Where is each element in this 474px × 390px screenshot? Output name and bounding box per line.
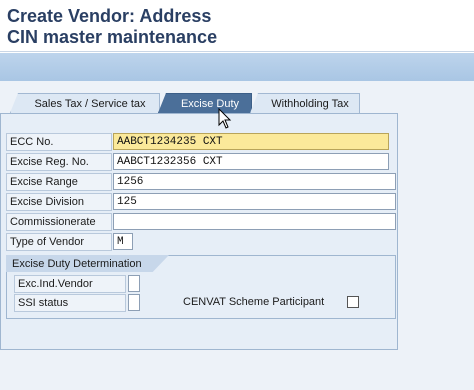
mouse-pointer-icon: [218, 108, 232, 129]
group-title: Excise Duty Determination: [6, 255, 169, 272]
title-bar: Create Vendor: Address CIN master mainte…: [0, 0, 474, 52]
cenvat-checkbox[interactable]: [347, 296, 359, 308]
application-toolbar: [0, 53, 474, 81]
commissionerate-field[interactable]: [113, 213, 396, 230]
type-of-vendor-field[interactable]: M: [113, 233, 133, 250]
commissionerate-label: Commissionerate: [6, 213, 112, 231]
ecc-no-label: ECC No.: [6, 133, 112, 151]
window-title: Create Vendor: Address: [7, 6, 212, 26]
exc-ind-vendor-field[interactable]: [128, 275, 140, 292]
excise-division-field[interactable]: 125: [113, 193, 396, 210]
excise-reg-no-label: Excise Reg. No.: [6, 153, 112, 171]
excise-reg-no-field[interactable]: AABCT1232356 CXT: [113, 153, 389, 170]
cenvat-label: CENVAT Scheme Participant: [183, 296, 325, 308]
window-subtitle: CIN master maintenance: [7, 27, 218, 47]
exc-ind-vendor-label: Exc.Ind.Vendor: [14, 275, 126, 293]
ssi-status-label: SSI status: [14, 294, 126, 312]
type-of-vendor-label: Type of Vendor: [6, 233, 112, 251]
tab-excise-duty[interactable]: Excise Duty: [158, 93, 252, 113]
excise-range-label: Excise Range: [6, 173, 112, 191]
excise-division-label: Excise Division: [6, 193, 112, 211]
ssi-status-field[interactable]: [128, 294, 140, 311]
tab-sales-tax[interactable]: Sales Tax / Service tax: [10, 93, 160, 113]
title-divider: [0, 51, 474, 52]
ecc-no-field[interactable]: AABCT1234235 CXT: [113, 133, 389, 150]
tab-withholding-tax[interactable]: Withholding Tax: [250, 93, 360, 113]
excise-range-field[interactable]: 1256: [113, 173, 396, 190]
